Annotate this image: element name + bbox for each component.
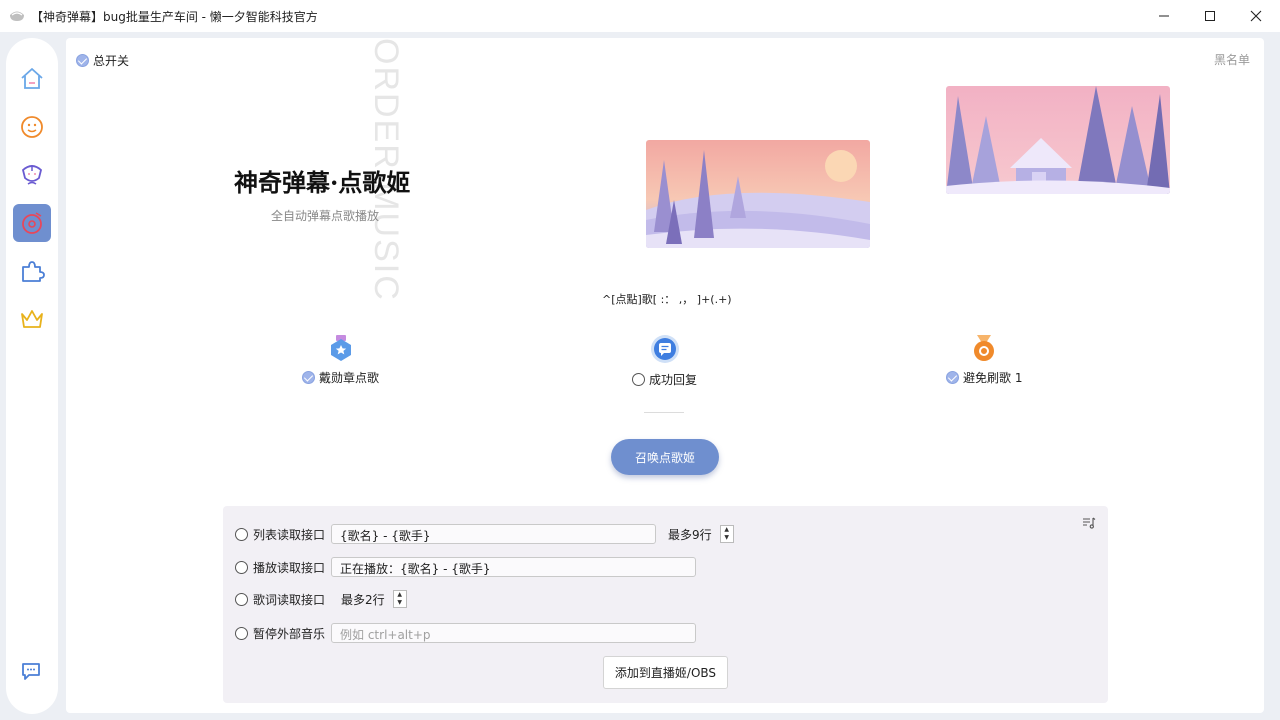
master-switch[interactable]: 总开关 xyxy=(76,52,129,69)
flower-face-icon xyxy=(21,165,43,185)
pause-music-label: 暂停外部音乐 xyxy=(253,626,326,641)
stepper-up-icon[interactable]: ▲ xyxy=(724,527,729,533)
list-max-lines-label: 最多9行 xyxy=(668,527,712,542)
summon-button[interactable]: 召唤点歌姬 xyxy=(611,439,719,475)
success-reply-label: 成功回复 xyxy=(649,373,698,387)
main-panel: 总开关 黑名单 ORDER MUSIC 神奇弹幕·点歌姬 全自动弹幕点歌播放 ^… xyxy=(66,38,1264,713)
reply-message-icon xyxy=(650,335,679,363)
stepper-up-icon[interactable]: ▲ xyxy=(397,592,402,598)
home-icon xyxy=(21,68,43,89)
regex-pattern-text: ^[点點]歌[ :： ,， ]+(.+) xyxy=(602,293,732,306)
add-to-obs-button[interactable]: 添加到直播姬/OBS xyxy=(603,656,728,689)
chat-bubble-icon xyxy=(21,116,43,138)
playlist-music-icon[interactable] xyxy=(1082,516,1096,530)
page-title: 神奇弹幕·点歌姬 xyxy=(234,168,411,197)
lyrics-read-row: 歌词读取接口 最多2行 ▲ ▼ xyxy=(235,590,407,608)
orange-medal-icon xyxy=(974,335,995,361)
cabin-scene-image xyxy=(946,86,1170,194)
play-read-checkbox[interactable] xyxy=(235,560,248,574)
avoid-spam-label: 避免刷歌 1 xyxy=(963,371,1023,385)
avoid-spam-checkbox[interactable] xyxy=(946,371,959,384)
option-medal-request: 戴勋章点歌 xyxy=(302,334,379,386)
lyrics-max-lines-stepper[interactable]: ▲ ▼ xyxy=(392,590,407,608)
master-switch-label: 总开关 xyxy=(93,54,130,68)
window-title: 【神奇弹幕】bug批量生产车间 - 懒一夕智能科技官方 xyxy=(31,10,318,24)
minimize-button[interactable] xyxy=(1141,0,1187,32)
crown-icon xyxy=(21,310,43,328)
list-max-lines-stepper[interactable]: ▲ ▼ xyxy=(719,525,734,543)
list-read-label: 列表读取接口 xyxy=(253,527,326,542)
close-icon xyxy=(1250,10,1262,22)
medal-request-checkbox[interactable] xyxy=(302,371,315,384)
sidebar-item-plugins[interactable] xyxy=(13,252,51,290)
stepper-down-icon[interactable]: ▼ xyxy=(397,600,402,606)
maximize-icon xyxy=(1205,11,1215,21)
divider xyxy=(644,412,684,413)
music-settings-panel: 列表读取接口 {歌名} - {歌手} 最多9行 ▲ ▼ 播放读取接口 正在播放：{… xyxy=(223,506,1108,703)
feedback-chat-icon xyxy=(22,663,40,680)
option-success-reply: 成功回复 xyxy=(632,334,697,388)
app-icon xyxy=(10,11,24,21)
play-read-row: 播放读取接口 正在播放：{歌名} - {歌手} xyxy=(235,557,697,577)
lyrics-max-lines-label: 最多2行 xyxy=(341,592,385,607)
sidebar-item-crown[interactable] xyxy=(13,300,51,338)
list-read-checkbox[interactable] xyxy=(235,527,248,541)
pause-hotkey-input[interactable]: 例如 ctrl+alt+p xyxy=(331,623,697,643)
list-read-row: 列表读取接口 {歌名} - {歌手} 最多9行 ▲ ▼ xyxy=(235,524,734,544)
stepper-down-icon[interactable]: ▼ xyxy=(724,535,729,541)
sidebar-item-feedback[interactable] xyxy=(13,652,51,690)
page-subtitle: 全自动弹幕点歌播放 xyxy=(271,209,380,223)
play-format-input[interactable]: 正在播放：{歌名} - {歌手} xyxy=(331,557,697,577)
list-format-input[interactable]: {歌名} - {歌手} xyxy=(331,524,657,544)
master-switch-checkbox[interactable] xyxy=(76,54,89,67)
sidebar-item-home[interactable] xyxy=(13,60,51,98)
title-bar: 【神奇弹幕】bug批量生产车间 - 懒一夕智能科技官方 xyxy=(0,0,1280,32)
success-reply-checkbox[interactable] xyxy=(632,373,645,386)
sidebar-item-flower[interactable] xyxy=(13,156,51,194)
sidebar-item-music[interactable] xyxy=(13,204,51,242)
sidebar-item-chat[interactable] xyxy=(13,108,51,146)
lyrics-read-checkbox[interactable] xyxy=(235,592,248,606)
maximize-button[interactable] xyxy=(1187,0,1233,32)
pause-music-checkbox[interactable] xyxy=(235,626,248,640)
medal-badge-icon xyxy=(330,335,351,361)
music-disc-icon xyxy=(22,212,42,234)
winter-scene-image xyxy=(646,140,870,248)
option-avoid-spam: 避免刷歌 1 xyxy=(946,334,1022,386)
sidebar xyxy=(6,38,58,714)
pause-music-row: 暂停外部音乐 例如 ctrl+alt+p xyxy=(235,623,697,643)
blacklist-link[interactable]: 黑名单 xyxy=(1214,51,1250,68)
puzzle-icon xyxy=(22,261,45,282)
minimize-icon xyxy=(1159,15,1169,17)
lyrics-read-label: 歌词读取接口 xyxy=(253,592,326,607)
close-button[interactable] xyxy=(1233,0,1279,32)
medal-request-label: 戴勋章点歌 xyxy=(319,371,380,385)
play-read-label: 播放读取接口 xyxy=(253,560,326,575)
